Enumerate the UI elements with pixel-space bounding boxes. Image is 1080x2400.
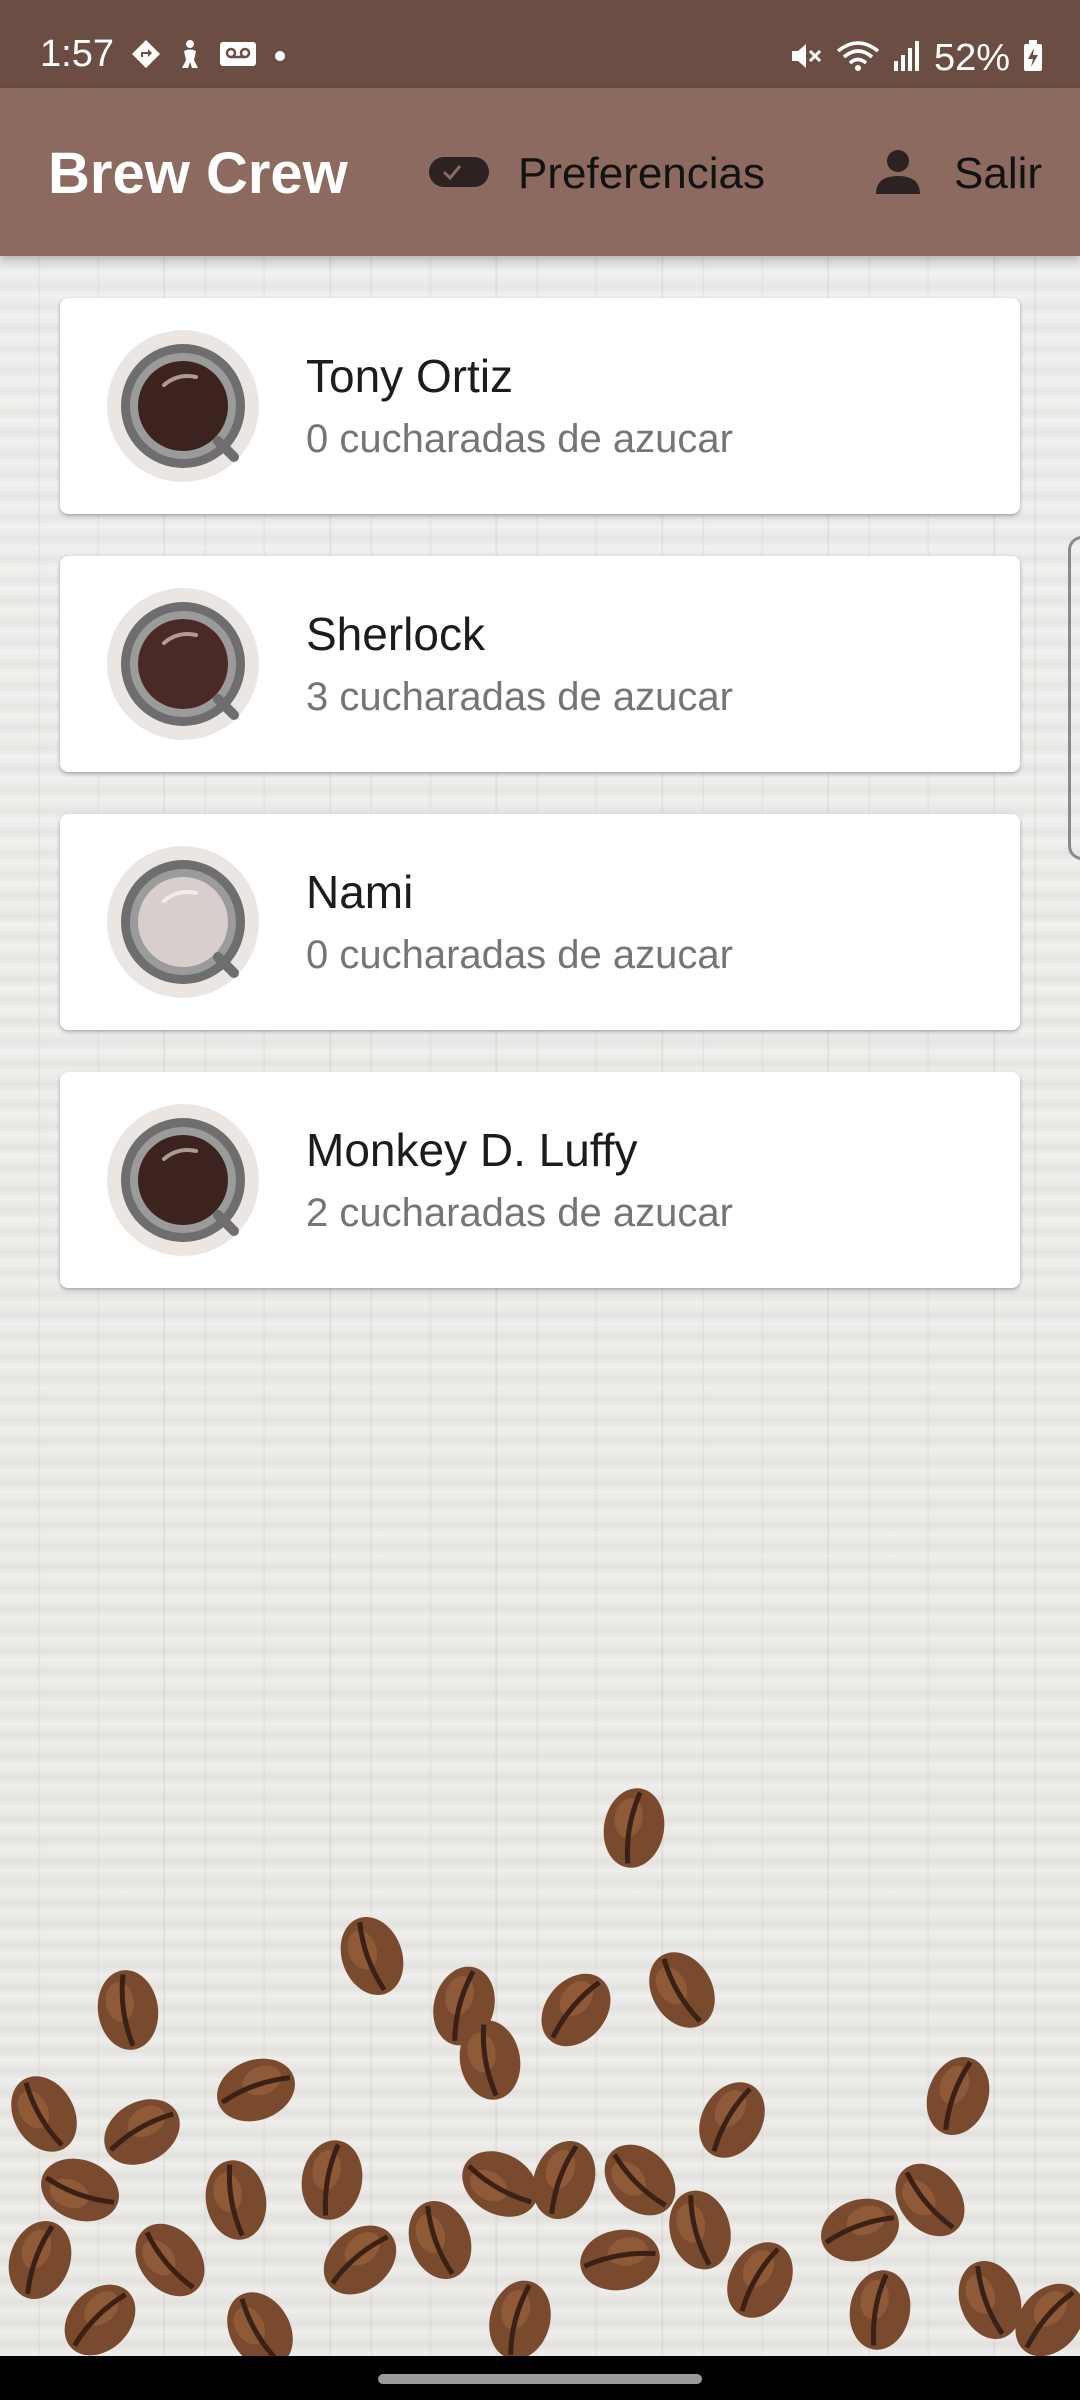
home-gesture-handle[interactable] — [378, 2374, 702, 2384]
brew-sugars: 2 cucharadas de azucar — [306, 1191, 733, 1235]
logout-button[interactable]: Salir — [872, 140, 1042, 208]
status-icons-right: 52% — [788, 38, 1044, 78]
preferences-button[interactable]: Preferencias — [428, 140, 765, 208]
brew-sugars: 0 cucharadas de azucar — [306, 933, 733, 977]
coffee-cup-avatar — [106, 845, 260, 999]
brew-list: Tony Ortiz 0 cucharadas de azucar Sherlo… — [60, 298, 1020, 1330]
scrollbar-thumb[interactable] — [1068, 536, 1080, 860]
voicemail-icon — [218, 38, 258, 75]
brew-name: Nami — [306, 866, 414, 918]
person-icon — [872, 146, 924, 203]
notification-dot-icon — [272, 38, 288, 75]
app-bar: Brew Crew Preferencias Salir — [0, 88, 1080, 256]
logout-label: Salir — [954, 149, 1043, 198]
battery-percentage: 52% — [933, 37, 1010, 79]
preferences-label: Preferencias — [518, 149, 766, 198]
wifi-icon — [836, 39, 880, 78]
accessibility-icon — [176, 38, 204, 75]
brew-card[interactable]: Nami 0 cucharadas de azucar — [60, 814, 1020, 1030]
coffee-cup-avatar — [106, 1103, 260, 1257]
maps-navigation-icon — [130, 38, 162, 75]
toggle-check-icon — [428, 155, 490, 194]
screen: 1:57 52% Brew Crew Preferencias Salir To… — [0, 0, 1080, 2400]
navigation-bar — [0, 2356, 1080, 2400]
coffee-beans-decoration — [0, 1760, 1080, 2360]
status-bar: 1:57 52% — [0, 0, 1080, 88]
brew-card[interactable]: Sherlock 3 cucharadas de azucar — [60, 556, 1020, 772]
brew-card[interactable]: Monkey D. Luffy 2 cucharadas de azucar — [60, 1072, 1020, 1288]
signal-icon — [892, 39, 922, 78]
brew-name: Sherlock — [306, 608, 485, 660]
brew-name: Monkey D. Luffy — [306, 1124, 638, 1176]
mute-icon — [788, 39, 824, 78]
brew-name: Tony Ortiz — [306, 350, 514, 402]
brew-sugars: 0 cucharadas de azucar — [306, 417, 733, 461]
status-time: 1:57 — [40, 33, 114, 75]
battery-charging-icon — [1022, 39, 1044, 78]
brew-card[interactable]: Tony Ortiz 0 cucharadas de azucar — [60, 298, 1020, 514]
brew-sugars: 3 cucharadas de azucar — [306, 675, 733, 719]
app-title: Brew Crew — [48, 141, 348, 206]
coffee-cup-avatar — [106, 587, 260, 741]
status-icons-left — [130, 38, 288, 75]
coffee-cup-avatar — [106, 329, 260, 483]
